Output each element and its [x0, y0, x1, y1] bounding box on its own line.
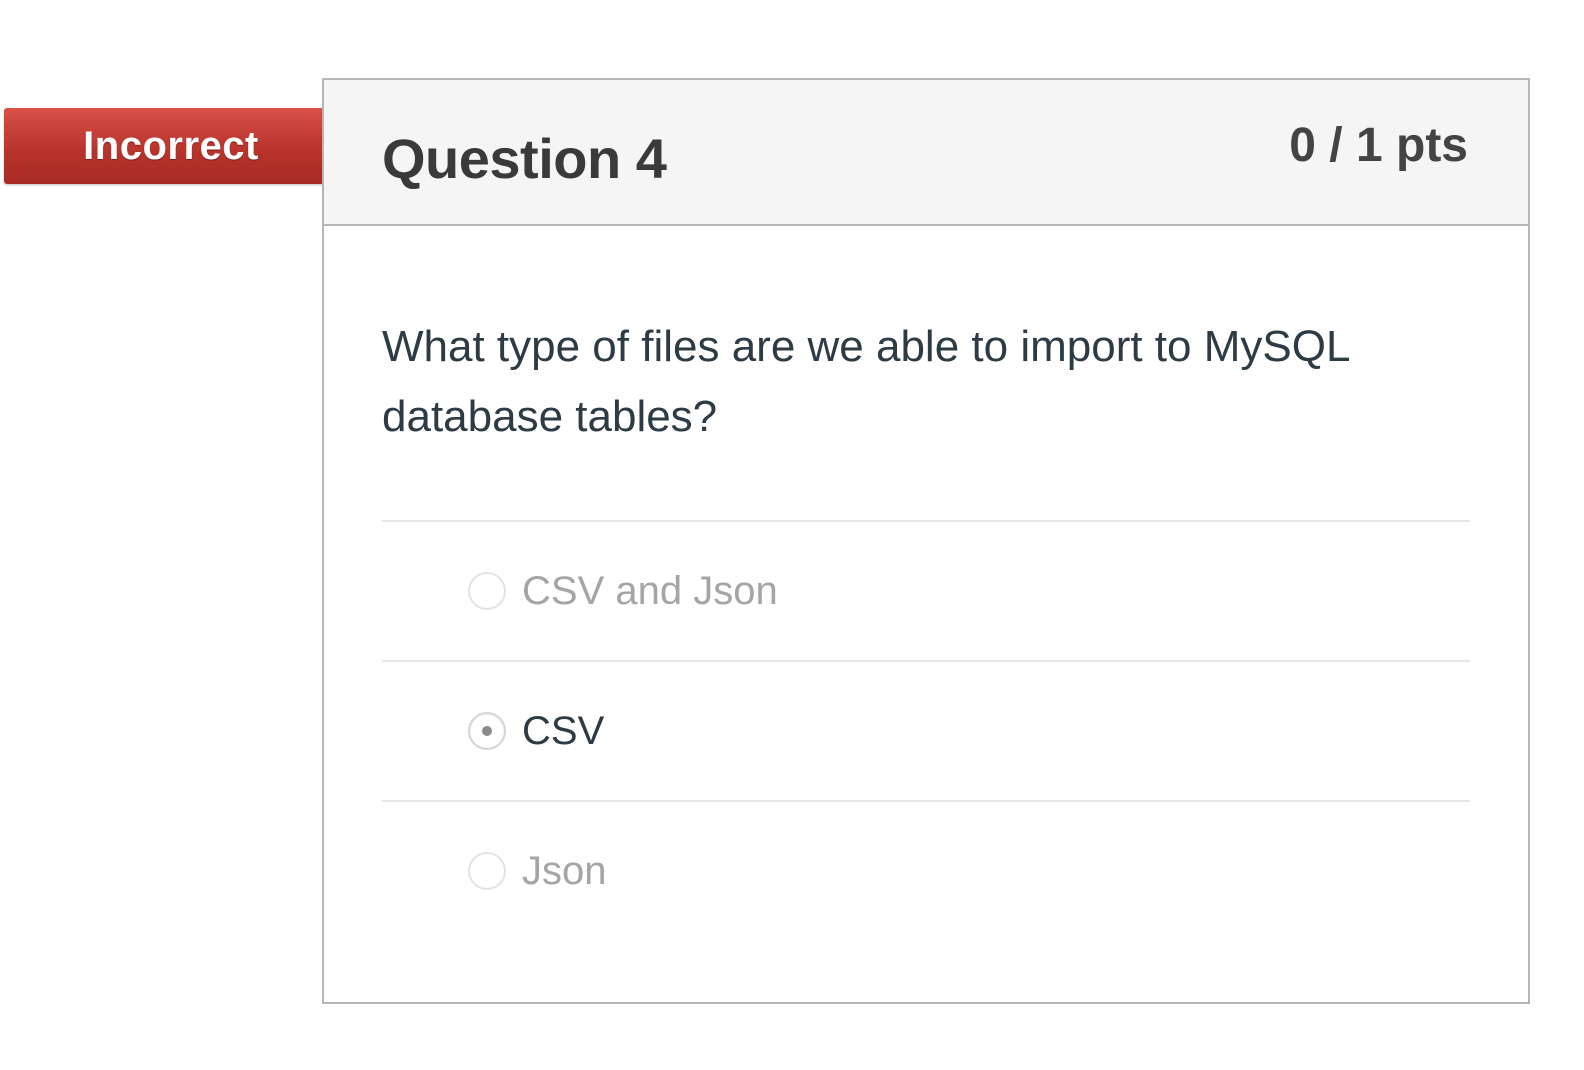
- status-badge-label: Incorrect: [83, 123, 259, 168]
- answer-option-selected[interactable]: CSV: [382, 660, 1470, 800]
- answer-label: CSV and Json: [522, 568, 778, 613]
- answer-option[interactable]: CSV and Json: [382, 520, 1470, 660]
- answer-list: CSV and Json CSV Json: [382, 520, 1470, 940]
- radio-button[interactable]: [468, 852, 506, 890]
- radio-dot-icon: [482, 726, 492, 736]
- answer-label: Json: [522, 848, 607, 893]
- radio-button-selected[interactable]: [468, 712, 506, 750]
- incorrect-status-ribbon: Incorrect: [4, 108, 338, 184]
- question-text: What type of files are we able to import…: [382, 322, 1349, 441]
- answer-label: CSV: [522, 708, 605, 753]
- question-card: Question 4 0 / 1 pts What type of files …: [322, 78, 1530, 1004]
- radio-button[interactable]: [468, 572, 506, 610]
- answer-option[interactable]: Json: [382, 800, 1470, 940]
- question-points: 0 / 1 pts: [1289, 119, 1468, 172]
- question-header: Question 4 0 / 1 pts: [324, 80, 1528, 226]
- question-title: Question 4: [382, 127, 667, 190]
